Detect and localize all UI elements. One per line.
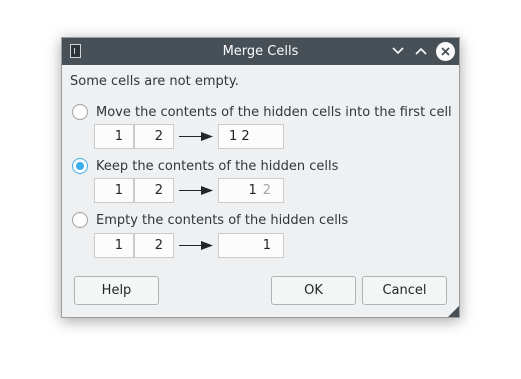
option-label: Move the contents of the hidden cells in… xyxy=(96,104,452,120)
ok-button[interactable]: OK xyxy=(271,276,356,305)
radio-move-contents[interactable] xyxy=(72,104,88,120)
preview-cell-first: 1 xyxy=(94,124,134,149)
title-bar[interactable]: Merge Cells xyxy=(62,38,459,65)
option-label: Empty the contents of the hidden cells xyxy=(96,212,349,228)
result-hidden-value: 2 xyxy=(262,183,271,198)
chevron-down-icon xyxy=(392,47,404,55)
option-keep-contents[interactable]: Keep the contents of the hidden cells xyxy=(72,158,338,174)
resize-grip[interactable] xyxy=(448,306,459,317)
minimize-button[interactable] xyxy=(389,42,407,60)
chevron-up-icon xyxy=(415,47,427,55)
maximize-button[interactable] xyxy=(412,42,430,60)
preview-cell-first: 1 xyxy=(94,233,134,258)
preview-cell-first: 1 xyxy=(94,178,134,203)
arrow-right-icon xyxy=(179,186,213,195)
close-icon xyxy=(441,47,450,56)
arrow-right-icon xyxy=(179,132,213,141)
radio-empty-contents[interactable] xyxy=(72,212,88,228)
result-visible-value: 1 xyxy=(248,183,257,198)
preview-cell-second: 2 xyxy=(134,178,174,203)
close-button[interactable] xyxy=(436,42,455,61)
preview-cell-second: 2 xyxy=(134,233,174,258)
preview-cell-result: 1 2 xyxy=(218,124,284,149)
option-empty-contents[interactable]: Empty the contents of the hidden cells xyxy=(72,212,348,228)
preview-cell-second: 2 xyxy=(134,124,174,149)
preview-cell-result: 1 xyxy=(218,233,284,258)
option-move-contents[interactable]: Move the contents of the hidden cells in… xyxy=(72,104,452,120)
cancel-button[interactable]: Cancel xyxy=(362,276,447,305)
merge-cells-dialog: Merge Cells Some cells are not empty. Mo… xyxy=(61,37,460,318)
option-label: Keep the contents of the hidden cells xyxy=(96,158,339,174)
arrow-right-icon xyxy=(179,241,213,250)
preview-cell-result: 12 xyxy=(218,178,284,203)
prompt-text: Some cells are not empty. xyxy=(70,74,239,89)
help-button[interactable]: Help xyxy=(74,276,159,305)
radio-keep-contents[interactable] xyxy=(72,158,88,174)
